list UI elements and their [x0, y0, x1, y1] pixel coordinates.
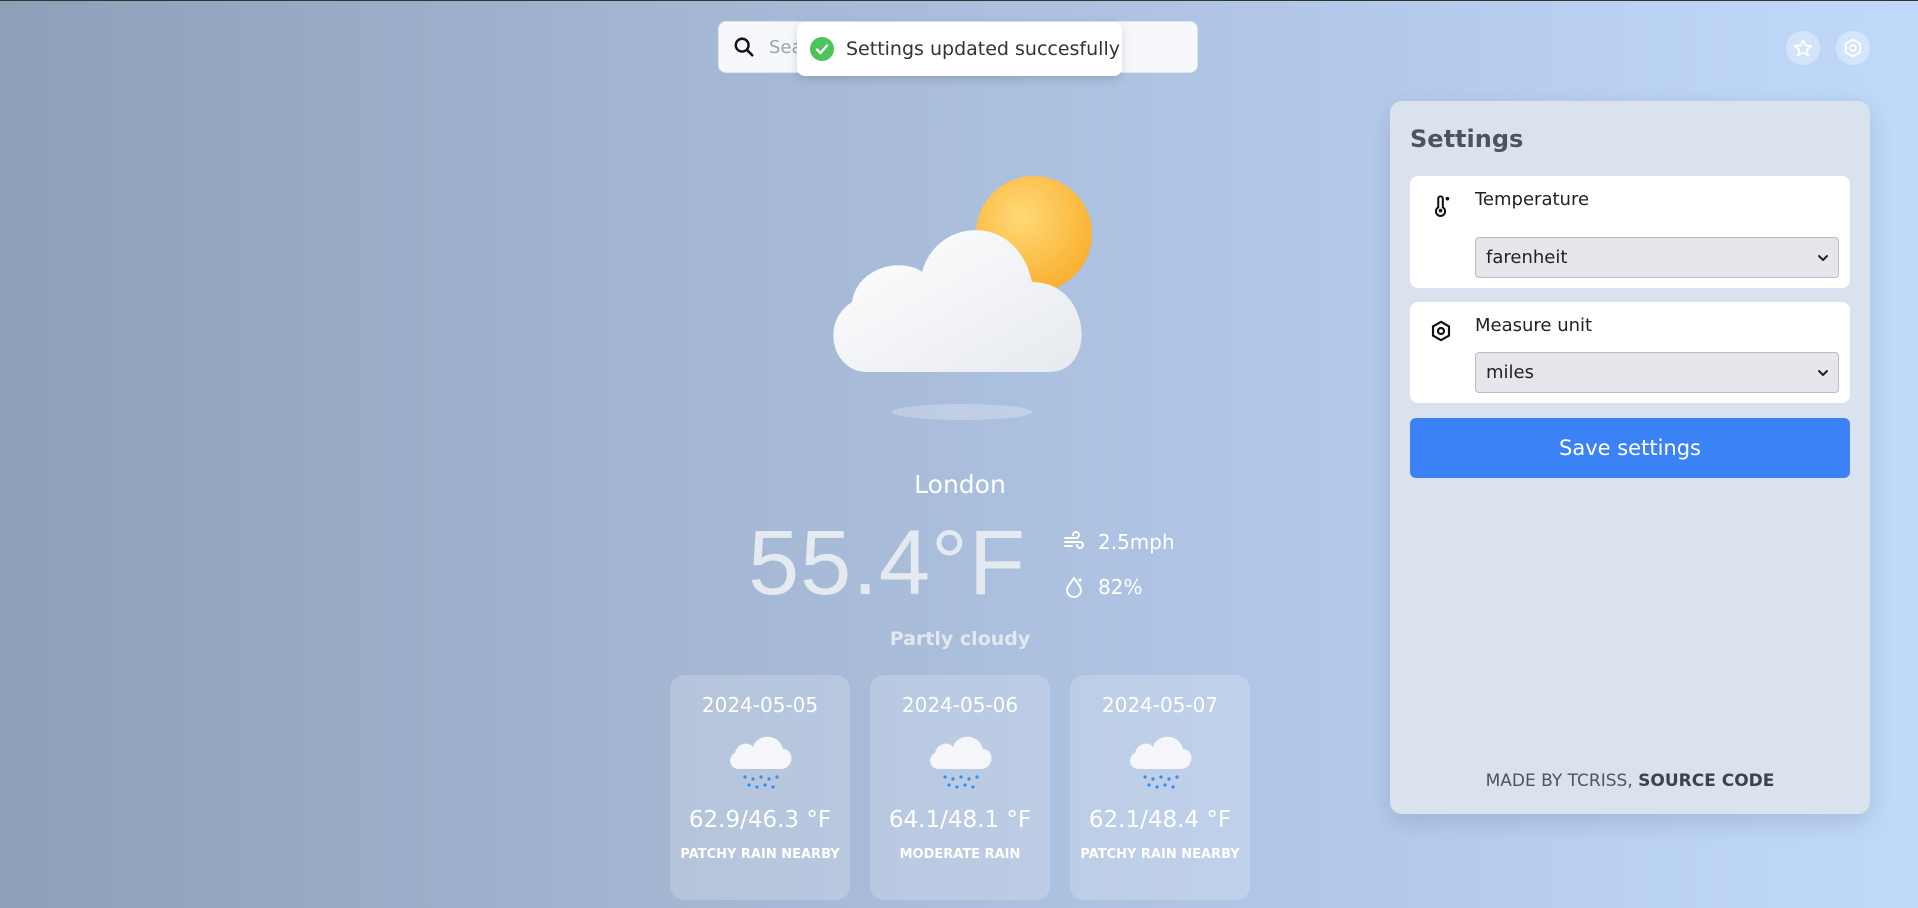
star-icon	[1794, 39, 1812, 57]
success-toast: Settings updated succesfully	[797, 22, 1122, 76]
wind-icon	[1064, 531, 1084, 549]
partly-cloudy-icon	[833, 176, 1092, 420]
temperature-setting: Temperature farenheit	[1410, 176, 1850, 288]
forecast-card: 2024-05-05 62.9/46.3 °F PATCHY RAIN NEAR…	[670, 675, 850, 900]
measure-selected-value: miles	[1486, 362, 1534, 383]
forecast-date: 2024-05-06	[901, 693, 1019, 717]
droplet-icon	[1065, 576, 1083, 598]
wind-speed: 2.5mph	[1098, 530, 1175, 554]
humidity-value: 82%	[1098, 575, 1143, 599]
city-name: London	[914, 470, 1006, 499]
footer: MADE BY TCRISS, SOURCE CODE	[1390, 771, 1870, 791]
humidity-stat: 82%	[1062, 575, 1142, 599]
settings-title: Settings	[1410, 125, 1524, 153]
settings-button[interactable]	[1836, 31, 1870, 65]
chevron-down-icon	[1818, 369, 1828, 376]
forecast-card: 2024-05-07 62.1/48.4 °F PATCHY RAIN NEAR…	[1070, 675, 1250, 900]
current-temperature: 55.4°F	[748, 512, 1027, 614]
forecast-card: 2024-05-06 64.1/48.1 °F MODERATE RAIN	[870, 675, 1050, 900]
chevron-down-icon	[1818, 254, 1828, 261]
thermometer-icon	[1434, 195, 1450, 217]
temperature-label: Temperature	[1475, 189, 1590, 210]
forecast-condition: MODERATE RAIN	[899, 847, 1021, 862]
forecast-date: 2024-05-05	[701, 693, 819, 717]
check-circle-icon	[810, 37, 834, 61]
favorites-button[interactable]	[1786, 31, 1820, 65]
measure-select[interactable]: miles	[1475, 352, 1839, 393]
measure-label: Measure unit	[1475, 315, 1593, 336]
search-icon	[734, 37, 754, 57]
rain-cloud-icon	[930, 736, 992, 789]
top-border	[0, 0, 1918, 1]
rain-cloud-icon	[730, 736, 792, 789]
measure-setting: Measure unit miles	[1410, 302, 1850, 403]
source-code-link[interactable]: SOURCE CODE	[1638, 771, 1774, 791]
settings-panel: Settings Temperature farenheit Measure u…	[1390, 101, 1870, 814]
rain-cloud-icon	[1130, 736, 1192, 789]
weather-condition: Partly cloudy	[889, 628, 1031, 650]
footer-credit: MADE BY TCRISS,	[1485, 771, 1639, 791]
toast-message: Settings updated succesfully	[846, 38, 1120, 60]
temperature-select[interactable]: farenheit	[1475, 237, 1839, 278]
forecast-range: 64.1/48.1 °F	[888, 807, 1032, 833]
gear-icon	[1844, 38, 1862, 58]
wind-stat: 2.5mph	[1062, 530, 1175, 554]
gear-icon	[1431, 320, 1451, 342]
forecast-range: 62.9/46.3 °F	[688, 807, 832, 833]
forecast-range: 62.1/48.4 °F	[1088, 807, 1232, 833]
forecast-condition: PATCHY RAIN NEARBY	[680, 847, 840, 862]
forecast-condition: PATCHY RAIN NEARBY	[1080, 847, 1240, 862]
save-settings-button[interactable]: Save settings	[1410, 418, 1850, 478]
forecast-date: 2024-05-07	[1101, 693, 1219, 717]
temperature-selected-value: farenheit	[1486, 247, 1568, 268]
